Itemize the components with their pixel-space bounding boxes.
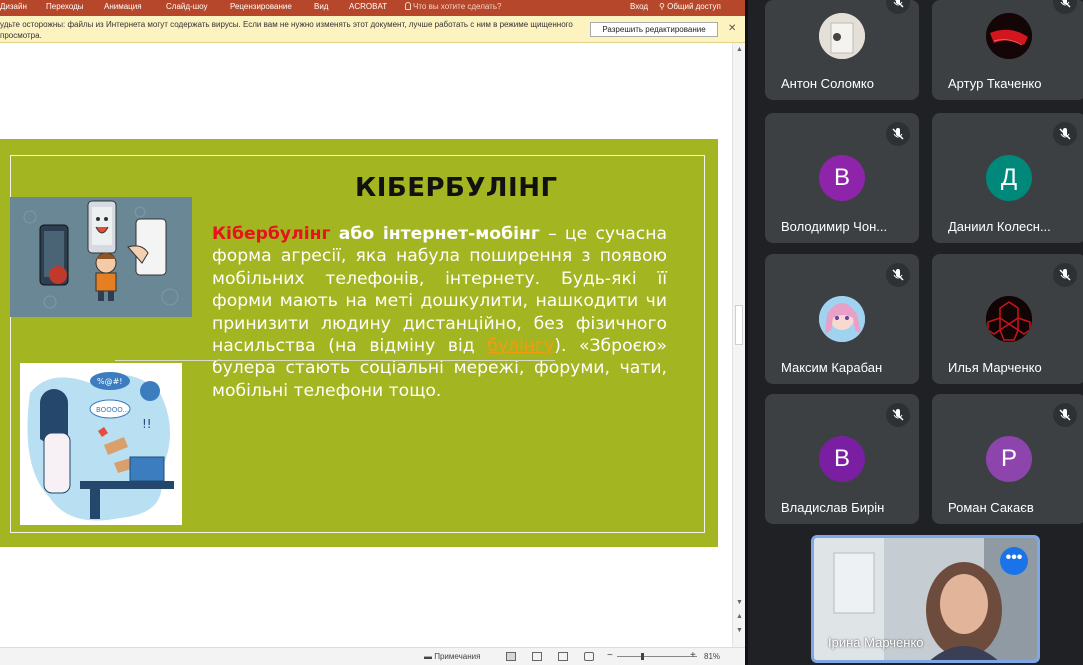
- next-slide-icon[interactable]: ▼: [736, 627, 743, 634]
- avatar: Р: [986, 436, 1032, 482]
- participant-tile[interactable]: В Володимир Чон...: [765, 113, 919, 243]
- mic-off-icon: [886, 0, 910, 14]
- prev-slide-icon[interactable]: ▲: [736, 613, 743, 620]
- participant-name: Антон Соломко: [781, 76, 874, 91]
- zoom-slider-track[interactable]: [617, 656, 697, 657]
- slideshow-view-icon[interactable]: [584, 652, 594, 661]
- mic-off-icon: [1053, 122, 1077, 146]
- scrollbar-thumb[interactable]: [735, 305, 743, 345]
- self-view-name: Ірина Марченко: [828, 635, 924, 650]
- person-icon: ⚲: [659, 2, 668, 11]
- tab-review[interactable]: Рецензирование: [230, 2, 292, 11]
- ribbon-tabs: Дизайн Переходы Анимация Слайд-шоу Рецен…: [0, 0, 745, 16]
- participant-tile[interactable]: В Владислав Бирін: [765, 394, 919, 524]
- participant-tile[interactable]: Артур Ткаченко: [932, 0, 1083, 100]
- tab-transitions[interactable]: Переходы: [46, 2, 84, 11]
- reading-view-icon[interactable]: [558, 652, 568, 661]
- mic-off-icon: [1053, 263, 1077, 287]
- participant-name: Максим Карабан: [781, 360, 883, 375]
- zoom-out-icon[interactable]: −: [607, 650, 613, 661]
- mic-off-icon: [886, 263, 910, 287]
- avatar: [819, 13, 865, 59]
- svg-text:!!: !!: [142, 417, 152, 431]
- notes-button[interactable]: ▬ Примечания: [424, 652, 480, 661]
- tab-animation[interactable]: Анимация: [104, 2, 142, 11]
- participant-name: Владислав Бирін: [781, 500, 885, 515]
- slide-sorter-icon[interactable]: [532, 652, 542, 661]
- avatar: Д: [986, 155, 1032, 201]
- more-dots-icon[interactable]: •••: [1000, 547, 1028, 575]
- slide-guide-line: [115, 360, 555, 361]
- share-button[interactable]: ⚲ Общий доступ: [659, 2, 721, 11]
- protected-view-message: удьте осторожны: файлы из Интернета могу…: [0, 20, 573, 40]
- participant-name: Артур Ткаченко: [948, 76, 1042, 91]
- cyberbullying-victim-illustration: %@#! BOOOO... !!: [20, 363, 182, 525]
- tell-me-text: Что вы хотите сделать?: [413, 2, 502, 11]
- self-view-tile[interactable]: ••• Ірина Марченко: [811, 535, 1040, 663]
- lightbulb-icon: [405, 2, 411, 10]
- avatar: [986, 13, 1032, 59]
- vertical-scrollbar[interactable]: ▲ ▼ ▲ ▼: [732, 43, 745, 647]
- avatar: [819, 296, 865, 342]
- mic-off-icon: [886, 403, 910, 427]
- slide-title: КІБЕРБУЛІНГ: [355, 173, 558, 203]
- close-icon[interactable]: ✕: [728, 23, 736, 34]
- participant-tile[interactable]: Антон Соломко: [765, 0, 919, 100]
- window-divider: [745, 0, 748, 665]
- powerpoint-window: Дизайн Переходы Анимация Слайд-шоу Рецен…: [0, 0, 745, 665]
- participant-name: Роман Сакаєв: [948, 500, 1034, 515]
- signin-link[interactable]: Вход: [630, 2, 648, 11]
- normal-view-icon[interactable]: [506, 652, 516, 661]
- slide-term-alt: або інтернет-мобінг: [338, 224, 540, 244]
- protected-view-bar: удьте осторожны: файлы из Интернета могу…: [0, 16, 745, 43]
- avatar: [986, 296, 1032, 342]
- participant-tile[interactable]: Д Даниил Колесн...: [932, 113, 1083, 243]
- share-label: Общий доступ: [667, 2, 721, 11]
- tab-view[interactable]: Вид: [314, 2, 328, 11]
- status-bar: ▬ Примечания − + 81%: [0, 647, 745, 665]
- tab-acrobat[interactable]: ACROBAT: [349, 2, 387, 11]
- participant-name: Илья Марченко: [948, 360, 1042, 375]
- slide-term: Кібербулінг: [212, 224, 331, 244]
- notes-label: Примечания: [434, 652, 481, 661]
- scroll-down-icon[interactable]: ▼: [736, 599, 743, 606]
- enable-editing-button[interactable]: Разрешить редактирование: [590, 22, 718, 37]
- zoom-slider-knob[interactable]: [641, 653, 644, 660]
- zoom-in-icon[interactable]: +: [690, 650, 696, 661]
- tell-me-box[interactable]: Что вы хотите сделать?: [405, 2, 501, 11]
- mic-off-icon: [886, 122, 910, 146]
- mic-off-icon: [1053, 0, 1077, 14]
- participant-tile[interactable]: Илья Марченко: [932, 254, 1083, 384]
- cyberbullying-phones-illustration: [10, 197, 192, 317]
- participant-name: Володимир Чон...: [781, 219, 888, 234]
- svg-text:BOOOO...: BOOOO...: [96, 406, 129, 414]
- participant-tile[interactable]: Р Роман Сакаєв: [932, 394, 1083, 524]
- slide-body: Кібербулінг або інтернет-мобінг – це суч…: [212, 223, 667, 402]
- notes-icon: ▬: [424, 652, 435, 661]
- zoom-level[interactable]: 81%: [704, 652, 720, 661]
- mic-off-icon: [1053, 403, 1077, 427]
- bullying-link[interactable]: булінгу: [487, 336, 554, 356]
- participant-name: Даниил Колесн...: [948, 219, 1051, 234]
- scroll-up-icon[interactable]: ▲: [736, 46, 743, 53]
- tab-slideshow[interactable]: Слайд-шоу: [166, 2, 207, 11]
- tab-design[interactable]: Дизайн: [0, 2, 27, 11]
- svg-text:%@#!: %@#!: [97, 377, 123, 386]
- avatar: В: [819, 155, 865, 201]
- avatar: В: [819, 436, 865, 482]
- participant-tile[interactable]: Максим Карабан: [765, 254, 919, 384]
